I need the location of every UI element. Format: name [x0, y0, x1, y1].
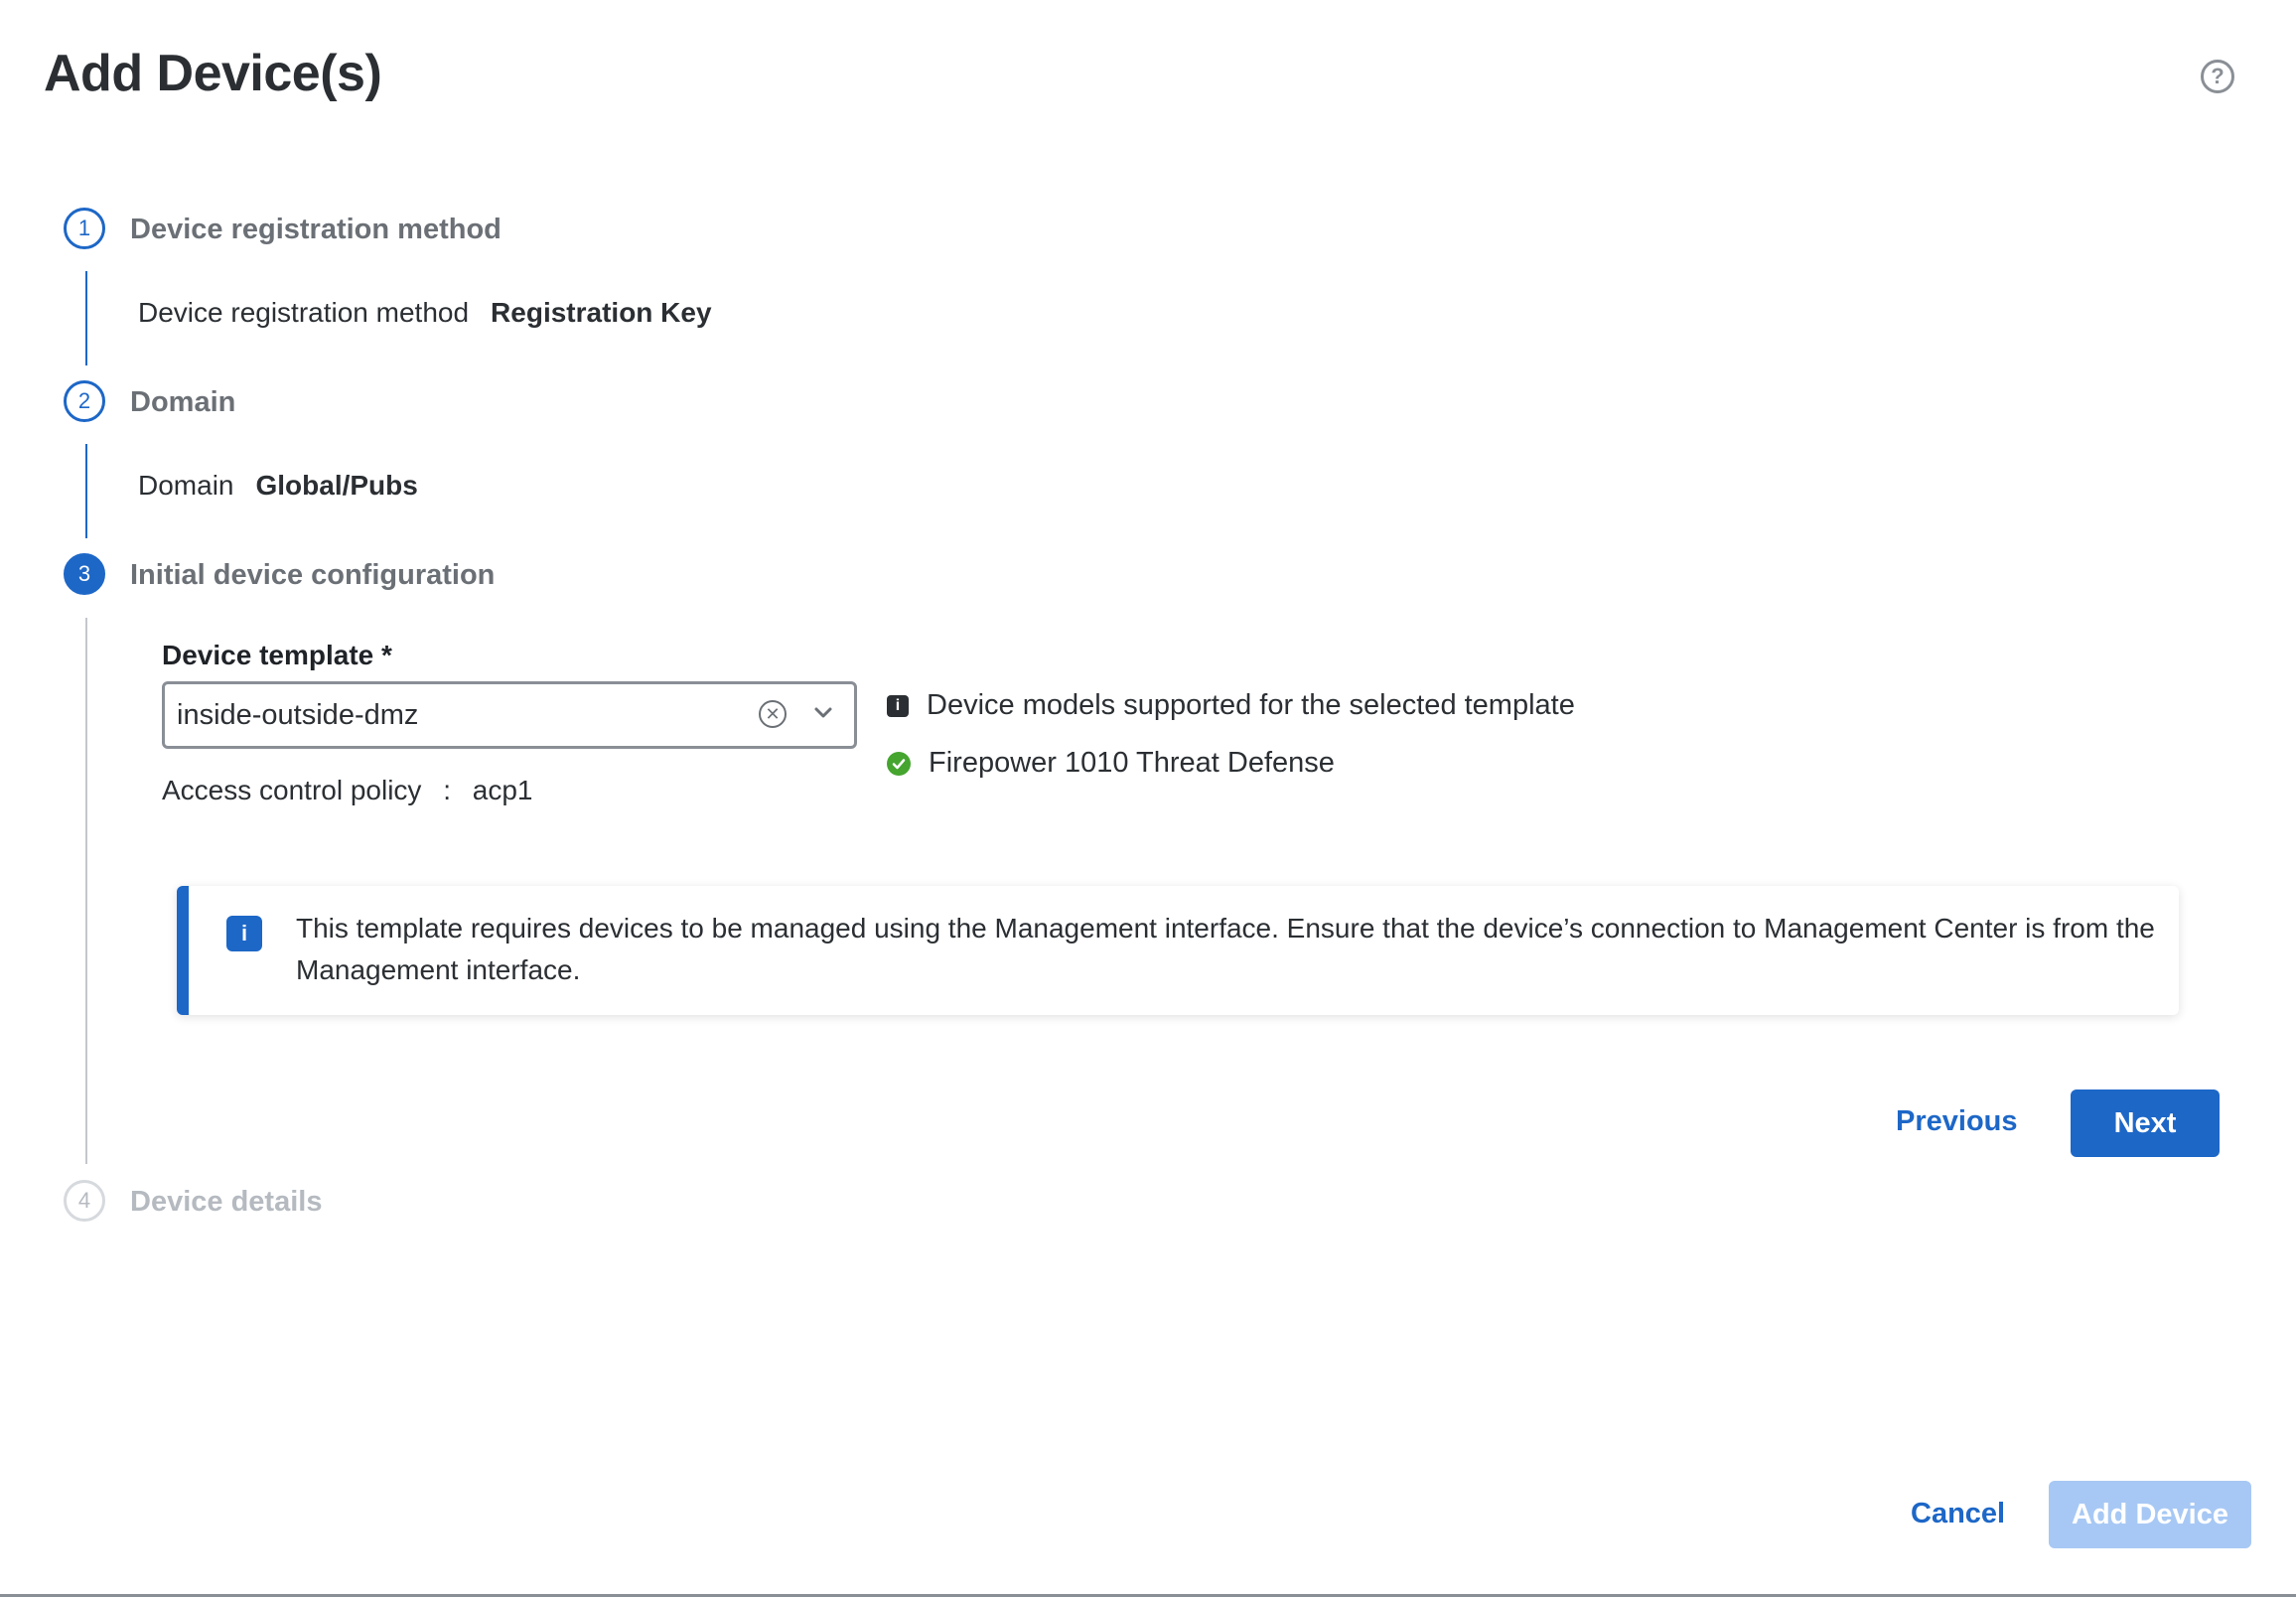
step-4-indicator: 4: [64, 1180, 105, 1222]
step-2-title[interactable]: Domain: [130, 386, 235, 419]
registration-method-label: Device registration method: [138, 297, 470, 328]
next-button[interactable]: Next: [2071, 1089, 2220, 1157]
supported-model-name: Firepower 1010 Threat Defense: [929, 747, 1335, 779]
step-2-indicator: 2: [64, 380, 105, 422]
domain-label: Domain: [138, 470, 234, 501]
step-1-summary: Device registration method Registration K…: [138, 297, 712, 329]
step-2-number: 2: [77, 388, 91, 413]
dialog-title: Add Device(s): [44, 45, 382, 102]
step-2-summary: Domain Global/Pubs: [138, 470, 418, 502]
help-icon[interactable]: ?: [2201, 60, 2234, 93]
step-3-indicator: 3: [64, 553, 105, 595]
clear-icon[interactable]: ✕: [759, 700, 787, 728]
step-1-indicator: 1: [64, 208, 105, 249]
add-device-dialog: Add Device(s) ? 1 Device registration me…: [0, 0, 2296, 1597]
previous-button[interactable]: Previous: [1896, 1105, 2018, 1138]
info-icon: i: [226, 916, 262, 951]
access-policy-value: acp1: [472, 775, 533, 805]
info-banner-text: This template requires devices to be man…: [296, 913, 2155, 985]
step-1-title[interactable]: Device registration method: [130, 214, 502, 246]
step-4-number: 4: [77, 1188, 91, 1213]
access-policy-label: Access control policy: [162, 775, 422, 805]
device-template-select[interactable]: inside-outside-dmz ✕: [162, 681, 857, 749]
chevron-down-icon[interactable]: [808, 698, 838, 728]
registration-method-value: Registration Key: [491, 297, 712, 328]
add-device-button[interactable]: Add Device: [2049, 1481, 2251, 1548]
device-template-value: inside-outside-dmz: [177, 698, 419, 731]
step-4-title: Device details: [130, 1186, 323, 1218]
info-icon: i: [887, 694, 909, 717]
access-control-policy: Access control policy : acp1: [162, 775, 533, 806]
step-1-connector: [85, 271, 87, 365]
step-2-connector: [85, 444, 87, 538]
device-template-label: Device template *: [162, 640, 392, 670]
help-glyph: ?: [2211, 64, 2224, 88]
supported-model-item: Firepower 1010 Threat Defense: [887, 747, 1335, 780]
check-circle-icon: [887, 751, 911, 776]
step-3-number: 3: [77, 561, 91, 586]
supported-models-header-text: Device models supported for the selected…: [927, 689, 1575, 721]
domain-value: Global/Pubs: [255, 470, 418, 501]
access-policy-separator: :: [443, 775, 451, 805]
cancel-button[interactable]: Cancel: [1911, 1498, 2005, 1530]
info-banner: i This template requires devices to be m…: [177, 886, 2179, 1015]
step-1-number: 1: [77, 216, 91, 240]
step-3-title: Initial device configuration: [130, 559, 496, 591]
supported-models-header: i Device models supported for the select…: [887, 689, 1575, 722]
step-3-connector: [85, 618, 87, 1164]
